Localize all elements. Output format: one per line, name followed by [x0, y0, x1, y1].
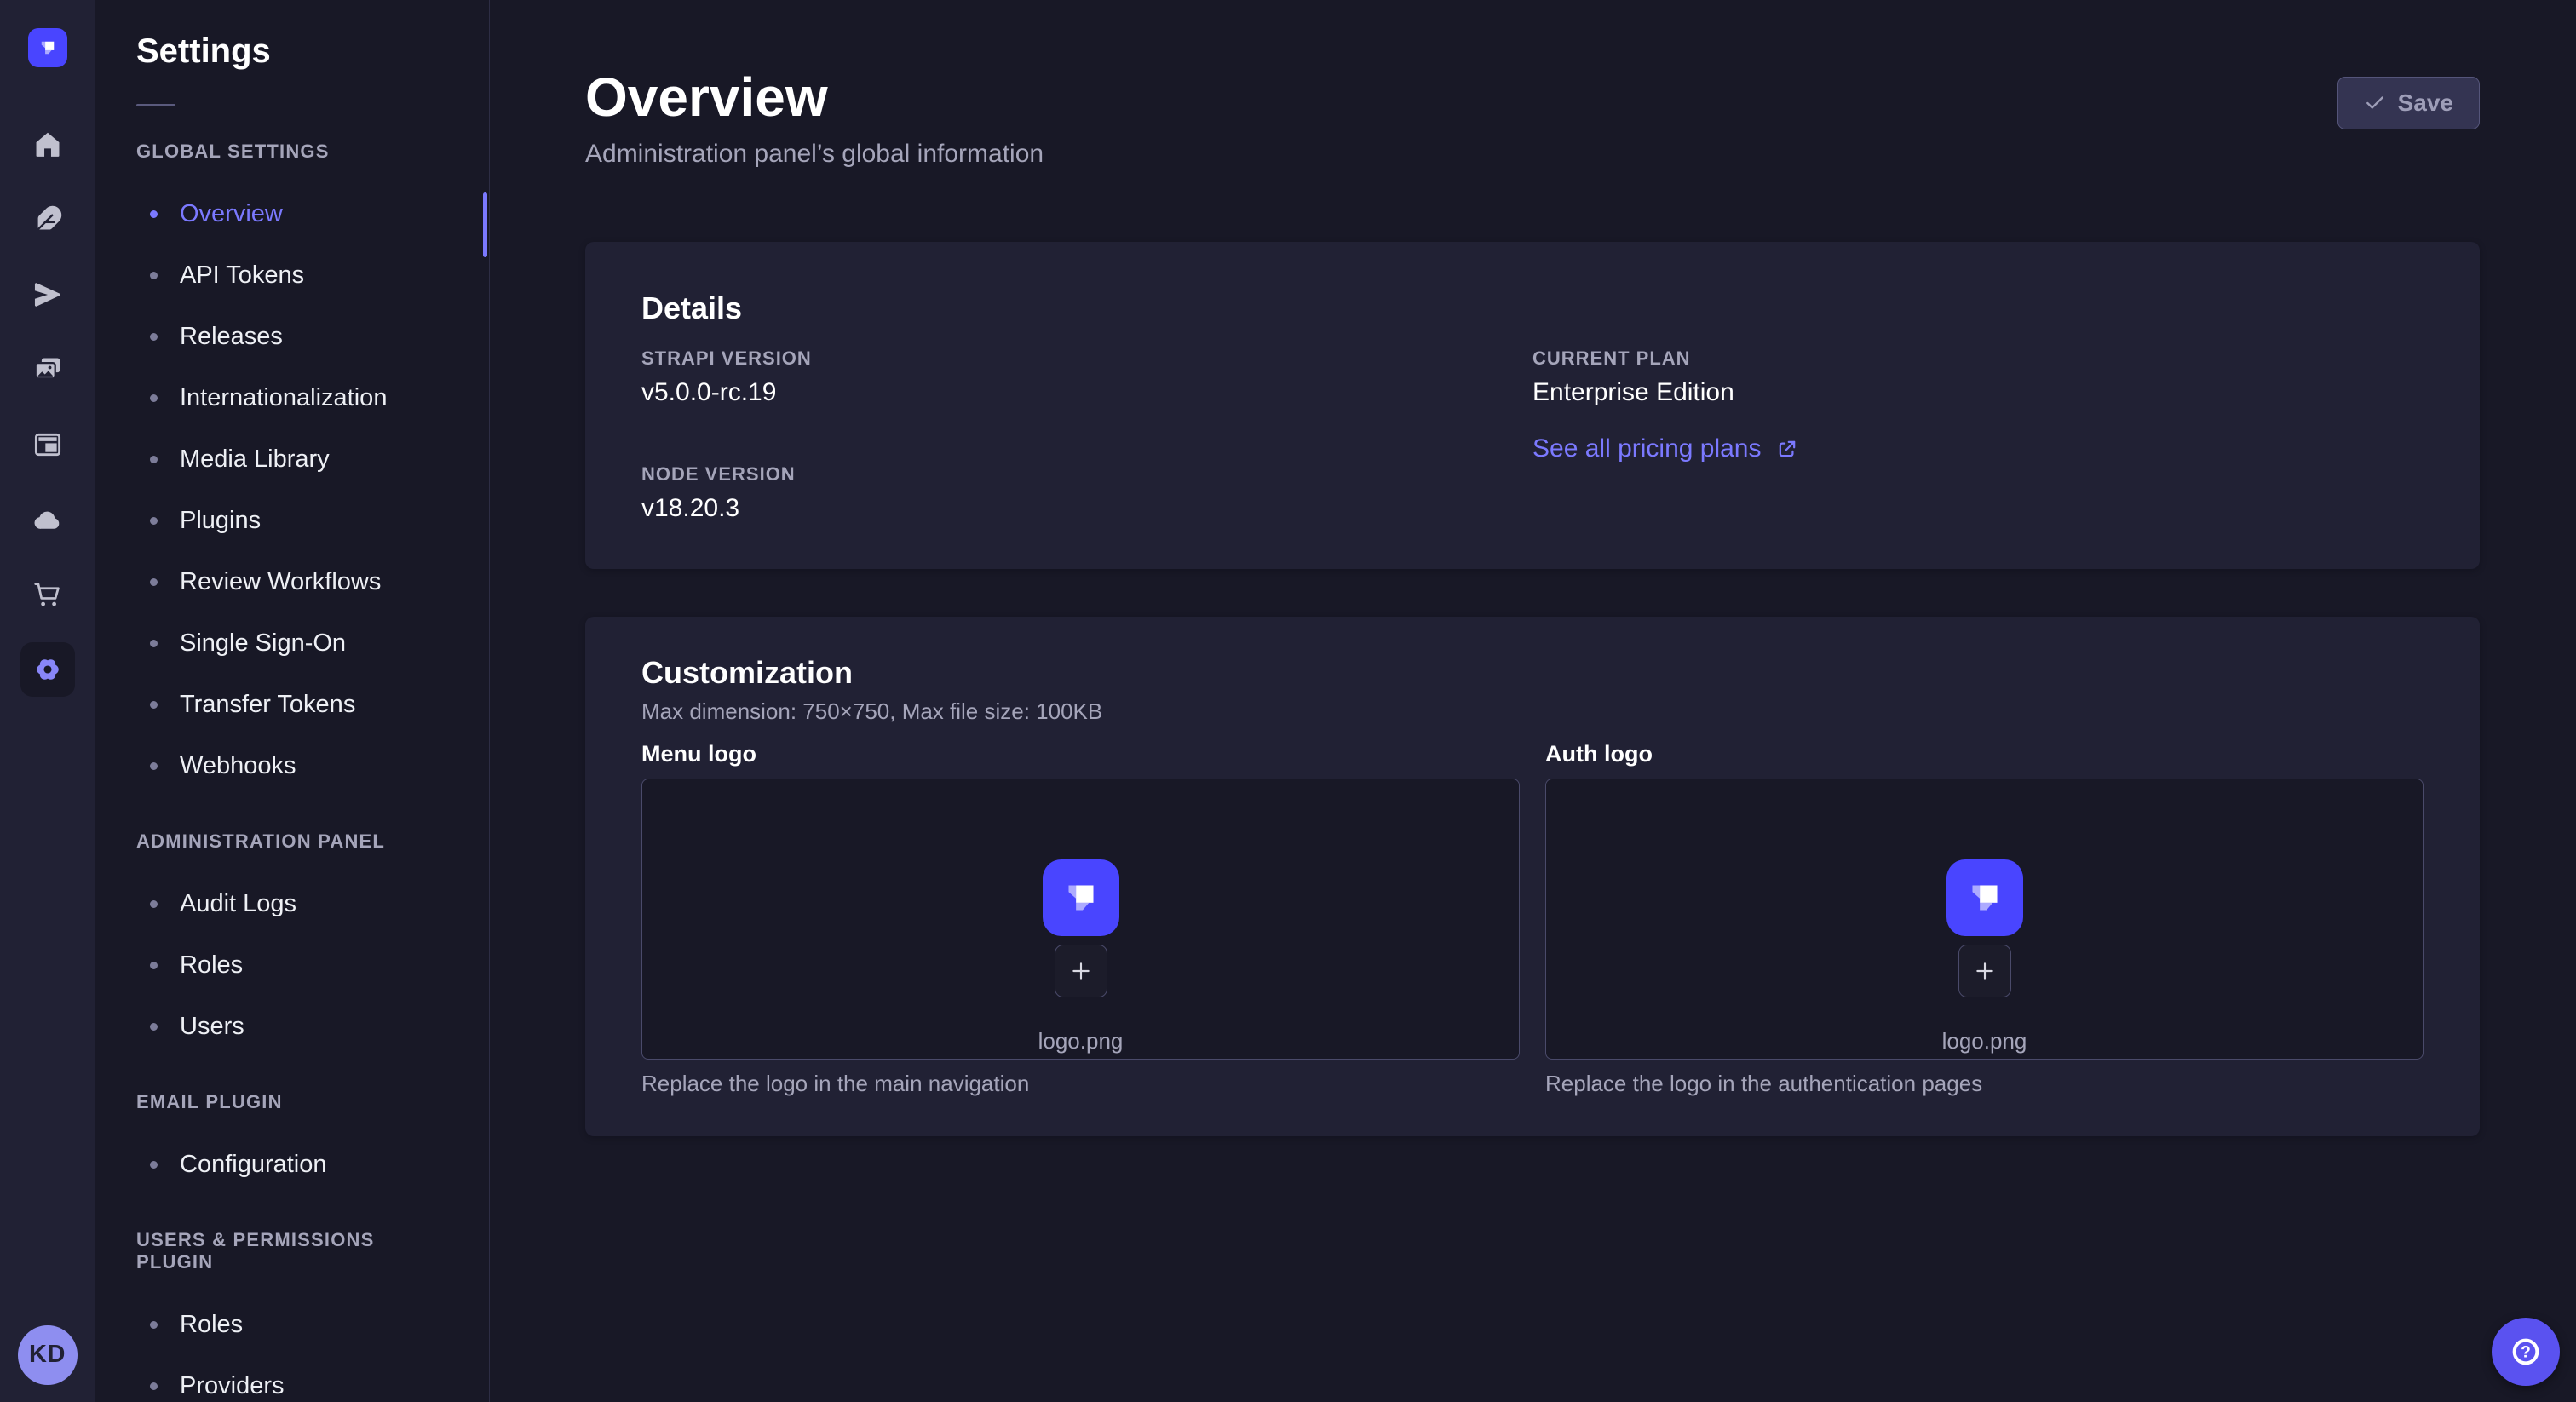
settings-subnav: Settings GLOBAL SETTINGS Overview API To…: [95, 0, 490, 1402]
avatar-initials: KD: [29, 1341, 66, 1369]
help-button[interactable]: ?: [2492, 1318, 2560, 1386]
question-mark-icon: ?: [2509, 1335, 2543, 1369]
pricing-plans-link-label: See all pricing plans: [1532, 433, 1762, 465]
details-card-title: Details: [641, 290, 2424, 327]
bullet-icon: [150, 900, 158, 908]
sidebar-item-single-sign-on[interactable]: Single Sign-On: [95, 612, 489, 674]
plus-icon: [1971, 957, 1998, 985]
check-icon: [2364, 92, 2386, 114]
page-subtitle: Administration panel’s global informatio…: [585, 138, 1044, 170]
auth-logo-upload: Auth logo: [1545, 739, 2424, 1097]
strapi-admin-app: KD Settings GLOBAL SETTINGS Overview API…: [0, 0, 2576, 1402]
bullet-icon: [150, 640, 158, 647]
page-header: Overview Administration panel’s global i…: [585, 65, 2480, 170]
customization-card-subtitle: Max dimension: 750×750, Max file size: 1…: [641, 697, 2424, 726]
nav-section-administration-panel: ADMINISTRATION PANEL Audit Logs Roles Us…: [95, 830, 489, 1057]
menu-logo-filename: logo.png: [1038, 1028, 1124, 1054]
logo-section: [0, 0, 95, 95]
pricing-plans-link[interactable]: See all pricing plans: [1532, 433, 1799, 465]
menu-logo-hint: Replace the logo in the main navigation: [641, 1070, 1520, 1097]
avatar[interactable]: KD: [18, 1325, 78, 1385]
bullet-icon: [150, 394, 158, 402]
sidebar-item-internationalization[interactable]: Internationalization: [95, 367, 489, 428]
bullet-icon: [150, 1321, 158, 1329]
bullet-icon: [150, 1023, 158, 1031]
current-plan-field: CURRENT PLAN Enterprise Edition: [1532, 348, 2424, 409]
sidebar-item-overview[interactable]: Overview: [95, 183, 489, 244]
sidebar-item-webhooks[interactable]: Webhooks: [95, 735, 489, 796]
menu-logo-upload: Menu logo: [641, 739, 1520, 1097]
strapi-logo-icon: [1946, 859, 2023, 936]
sidebar-footer: KD: [0, 1307, 95, 1402]
strapi-logo-icon: [1043, 859, 1119, 936]
page-title: Overview: [585, 65, 1044, 129]
paper-plane-icon[interactable]: [20, 267, 75, 322]
auth-logo-hint: Replace the logo in the authentication p…: [1545, 1070, 2424, 1097]
bullet-icon: [150, 210, 158, 218]
bullet-icon: [150, 1161, 158, 1169]
sidebar-item-review-workflows[interactable]: Review Workflows: [95, 551, 489, 612]
save-button-label: Save: [2398, 89, 2453, 117]
cloud-icon[interactable]: [20, 492, 75, 547]
menu-logo-label: Menu logo: [641, 739, 1520, 768]
bullet-icon: [150, 333, 158, 341]
sidebar-item-up-providers[interactable]: Providers: [95, 1355, 489, 1402]
bullet-icon: [150, 456, 158, 463]
sidebar-item-transfer-tokens[interactable]: Transfer Tokens: [95, 674, 489, 735]
nav-section-label: USERS & PERMISSIONS PLUGIN: [95, 1229, 489, 1273]
nav-section-users-permissions-plugin: USERS & PERMISSIONS PLUGIN Roles Provide…: [95, 1229, 489, 1402]
customization-card-title: Customization: [641, 654, 2424, 692]
nav-section-email-plugin: EMAIL PLUGIN Configuration: [95, 1091, 489, 1195]
sidebar-item-up-roles[interactable]: Roles: [95, 1294, 489, 1355]
sidebar-item-releases[interactable]: Releases: [95, 306, 489, 367]
images-icon[interactable]: [20, 342, 75, 397]
sidebar-item-email-configuration[interactable]: Configuration: [95, 1134, 489, 1195]
plus-icon: [1067, 957, 1095, 985]
external-link-icon: [1775, 437, 1799, 461]
strapi-logo-icon: [37, 37, 59, 59]
add-menu-logo-button[interactable]: [1055, 945, 1107, 997]
bullet-icon: [150, 578, 158, 586]
auth-logo-label: Auth logo: [1545, 739, 2424, 768]
layout-icon[interactable]: [20, 417, 75, 472]
details-card: Details STRAPI VERSION v5.0.0-rc.19 NODE…: [585, 242, 2480, 569]
divider: [136, 104, 175, 106]
customization-card: Customization Max dimension: 750×750, Ma…: [585, 617, 2480, 1136]
bullet-icon: [150, 962, 158, 969]
subnav-scrollbar[interactable]: [483, 192, 487, 257]
add-auth-logo-button[interactable]: [1958, 945, 2011, 997]
sidebar-item-media-library[interactable]: Media Library: [95, 428, 489, 490]
bullet-icon: [150, 517, 158, 525]
svg-text:?: ?: [2521, 1344, 2531, 1362]
home-icon[interactable]: [20, 118, 75, 172]
nav-section-label: ADMINISTRATION PANEL: [95, 830, 489, 853]
nav-section-global-settings: GLOBAL SETTINGS Overview API Tokens Rele…: [95, 141, 489, 796]
bullet-icon: [150, 1382, 158, 1390]
main-nav-sidebar: KD: [0, 0, 95, 1402]
save-button[interactable]: Save: [2337, 77, 2480, 129]
bullet-icon: [150, 272, 158, 279]
bullet-icon: [150, 701, 158, 709]
gear-icon[interactable]: [20, 642, 75, 697]
cart-icon[interactable]: [20, 567, 75, 622]
sidebar-item-admin-roles[interactable]: Roles: [95, 934, 489, 996]
node-version-field: NODE VERSION v18.20.3: [641, 463, 1532, 525]
sidebar-item-plugins[interactable]: Plugins: [95, 490, 489, 551]
nav-section-label: GLOBAL SETTINGS: [95, 141, 489, 163]
menu-logo-dropzone[interactable]: logo.png: [641, 779, 1520, 1060]
sidebar-item-admin-users[interactable]: Users: [95, 996, 489, 1057]
sidebar-item-api-tokens[interactable]: API Tokens: [95, 244, 489, 306]
strapi-version-field: STRAPI VERSION v5.0.0-rc.19: [641, 348, 1532, 409]
strapi-logo-button[interactable]: [28, 28, 67, 67]
subnav-title: Settings: [95, 31, 489, 72]
sidebar-item-audit-logs[interactable]: Audit Logs: [95, 873, 489, 934]
auth-logo-dropzone[interactable]: logo.png: [1545, 779, 2424, 1060]
settings-overview-page: Overview Administration panel’s global i…: [490, 0, 2576, 1402]
nav-section-label: EMAIL PLUGIN: [95, 1091, 489, 1113]
auth-logo-filename: logo.png: [1942, 1028, 2027, 1054]
bullet-icon: [150, 762, 158, 770]
feather-icon[interactable]: [20, 192, 75, 247]
main-nav-icons: [0, 95, 95, 1307]
